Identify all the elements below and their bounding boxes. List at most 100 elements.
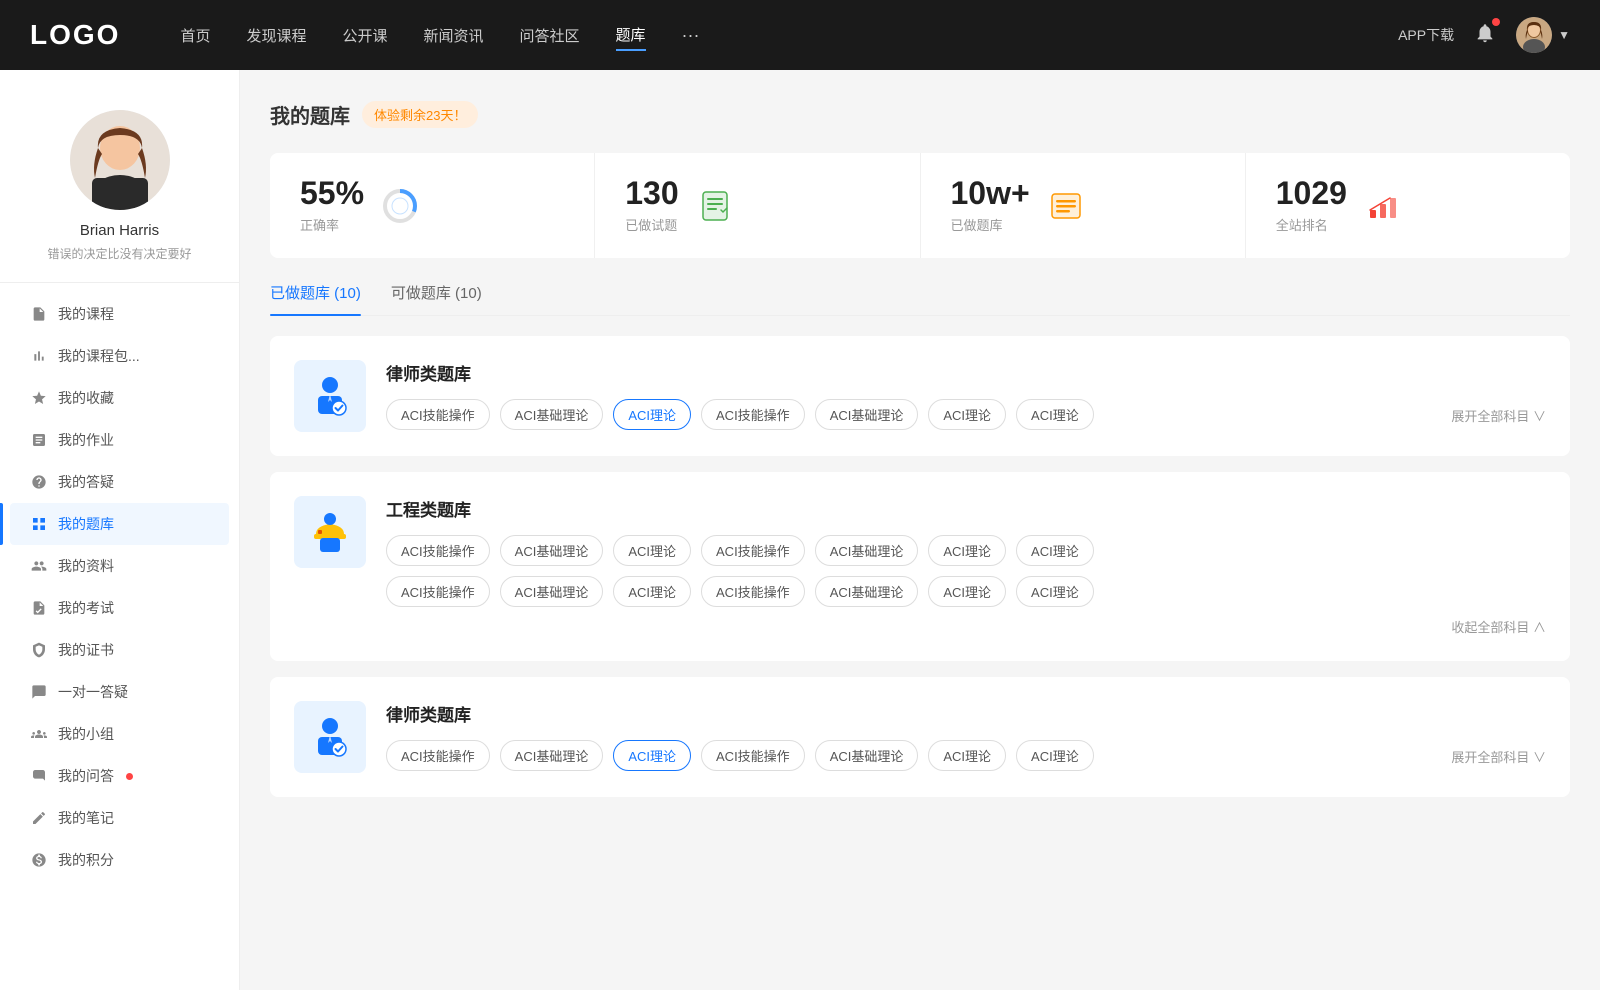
qbank-content-3: 律师类题库 ACI技能操作 ACI基础理论 ACI理论 ACI技能操作 ACI基…	[386, 701, 1546, 771]
tag[interactable]: ACI理论	[928, 399, 1006, 430]
stat-value-accuracy: 55%	[300, 177, 364, 209]
tag[interactable]: ACI技能操作	[386, 740, 490, 771]
menu-my-fav[interactable]: 我的收藏	[10, 377, 229, 419]
chart-icon	[30, 347, 48, 365]
stat-value-done: 130	[625, 177, 678, 209]
expand-link-1[interactable]: 展开全部科目 ∨	[1451, 401, 1546, 430]
unread-dot	[126, 773, 133, 780]
qbank-tags-row-2-1: ACI技能操作 ACI基础理论 ACI理论 ACI技能操作 ACI基础理论 AC…	[386, 535, 1546, 566]
menu-one-on-one[interactable]: 一对一答疑	[10, 671, 229, 713]
tag[interactable]: ACI理论	[613, 535, 691, 566]
qbank-content-2: 工程类题库 ACI技能操作 ACI基础理论 ACI理论 ACI技能操作 ACI基…	[386, 496, 1546, 637]
nav-open-course[interactable]: 公开课	[342, 21, 387, 50]
dropdown-arrow-icon: ▼	[1558, 28, 1570, 42]
menu-my-package[interactable]: 我的课程包...	[10, 335, 229, 377]
stat-done-banks: 10w+ 已做题库	[921, 153, 1246, 258]
tag-active[interactable]: ACI理论	[613, 740, 691, 771]
menu-my-qbank[interactable]: 我的题库	[10, 503, 229, 545]
nav-news[interactable]: 新闻资讯	[424, 21, 484, 50]
nav-more[interactable]: ···	[682, 25, 700, 46]
tag[interactable]: ACI理论	[1016, 399, 1094, 430]
tag[interactable]: ACI基础理论	[815, 576, 919, 607]
menu-label: 我的课程包...	[58, 346, 140, 366]
nav-home[interactable]: 首页	[180, 21, 210, 50]
tag[interactable]: ACI技能操作	[386, 399, 490, 430]
people-icon	[30, 557, 48, 575]
nav-qa[interactable]: 问答社区	[520, 21, 580, 50]
menu-my-questions[interactable]: 我的问答	[10, 755, 229, 797]
tag[interactable]: ACI理论	[928, 535, 1006, 566]
stat-value-rank: 1029	[1276, 177, 1347, 209]
menu-label: 我的题库	[58, 514, 114, 534]
tag[interactable]: ACI技能操作	[701, 535, 805, 566]
tag[interactable]: ACI技能操作	[386, 535, 490, 566]
tag[interactable]: ACI基础理论	[500, 399, 604, 430]
page-title: 我的题库	[270, 100, 350, 129]
tag[interactable]: ACI基础理论	[500, 576, 604, 607]
tag[interactable]: ACI理论	[928, 576, 1006, 607]
menu-my-group[interactable]: 我的小组	[10, 713, 229, 755]
tag[interactable]: ACI理论	[1016, 535, 1094, 566]
tag[interactable]: ACI技能操作	[701, 576, 805, 607]
qbank-title-1: 律师类题库	[386, 360, 1546, 385]
tag[interactable]: ACI理论	[613, 576, 691, 607]
tab-available-banks[interactable]: 可做题库 (10)	[391, 282, 482, 315]
qbank-tags-row-2-2: ACI技能操作 ACI基础理论 ACI理论 ACI技能操作 ACI基础理论 AC…	[386, 576, 1546, 607]
chat-icon	[30, 683, 48, 701]
sidebar-menu: 我的课程 我的课程包... 我的收藏 我的作业	[0, 293, 239, 881]
menu-my-qa[interactable]: 我的答疑	[10, 461, 229, 503]
tag[interactable]: ACI理论	[1016, 740, 1094, 771]
cert-icon	[30, 641, 48, 659]
user-avatar-menu[interactable]: ▼	[1516, 17, 1570, 53]
menu-my-work[interactable]: 我的作业	[10, 419, 229, 461]
group-icon	[30, 725, 48, 743]
stats-row: 55% 正确率 130 已做试题	[270, 153, 1570, 258]
menu-my-cert[interactable]: 我的证书	[10, 629, 229, 671]
menu-label: 一对一答疑	[58, 682, 128, 702]
tag[interactable]: ACI基础理论	[815, 399, 919, 430]
tag[interactable]: ACI理论	[928, 740, 1006, 771]
menu-label: 我的课程	[58, 304, 114, 324]
menu-label: 我的证书	[58, 640, 114, 660]
menu-label: 我的考试	[58, 598, 114, 618]
trial-badge: 体验剩余23天！	[362, 101, 478, 128]
nav-discover[interactable]: 发现课程	[246, 21, 306, 50]
tag-active[interactable]: ACI理论	[613, 399, 691, 430]
qbank-card-lawyer-2: 律师类题库 ACI技能操作 ACI基础理论 ACI理论 ACI技能操作 ACI基…	[270, 677, 1570, 797]
question-icon	[30, 473, 48, 491]
tag[interactable]: ACI技能操作	[386, 576, 490, 607]
stat-accuracy: 55% 正确率	[270, 153, 595, 258]
tag[interactable]: ACI基础理论	[815, 535, 919, 566]
tab-done-banks[interactable]: 已做题库 (10)	[270, 282, 361, 315]
menu-label: 我的资料	[58, 556, 114, 576]
header-right: APP下载 ▼	[1398, 17, 1570, 53]
menu-my-course[interactable]: 我的课程	[10, 293, 229, 335]
app-download-btn[interactable]: APP下载	[1398, 25, 1454, 45]
tag[interactable]: ACI基础理论	[500, 535, 604, 566]
menu-label: 我的积分	[58, 850, 114, 870]
lawyer-icon	[294, 360, 366, 432]
menu-my-data[interactable]: 我的资料	[10, 545, 229, 587]
tag[interactable]: ACI基础理论	[815, 740, 919, 771]
expand-link-3[interactable]: 展开全部科目 ∨	[1451, 742, 1546, 771]
logo: LOGO	[30, 19, 120, 51]
stat-done-questions: 130 已做试题	[595, 153, 920, 258]
stat-label-rank: 全站排名	[1276, 215, 1347, 234]
collapse-link-2[interactable]: 收起全部科目 ∧	[1451, 615, 1546, 640]
menu-label: 我的答疑	[58, 472, 114, 492]
page-header: 我的题库 体验剩余23天！	[270, 100, 1570, 129]
menu-my-points[interactable]: 我的积分	[10, 839, 229, 881]
nav-qbank[interactable]: 题库	[616, 20, 646, 51]
tag[interactable]: ACI基础理论	[500, 740, 604, 771]
qbank-title-2: 工程类题库	[386, 496, 1546, 521]
stat-label-done: 已做试题	[625, 215, 678, 234]
qbank-title-3: 律师类题库	[386, 701, 1546, 726]
notification-bell[interactable]	[1474, 22, 1496, 49]
tabs-row: 已做题库 (10) 可做题库 (10)	[270, 282, 1570, 316]
sidebar: Brian Harris 错误的决定比没有决定要好 我的课程 我的课程包...	[0, 70, 240, 990]
tag[interactable]: ACI理论	[1016, 576, 1094, 607]
menu-my-notes[interactable]: 我的笔记	[10, 797, 229, 839]
tag[interactable]: ACI技能操作	[701, 399, 805, 430]
menu-my-exam[interactable]: 我的考试	[10, 587, 229, 629]
tag[interactable]: ACI技能操作	[701, 740, 805, 771]
